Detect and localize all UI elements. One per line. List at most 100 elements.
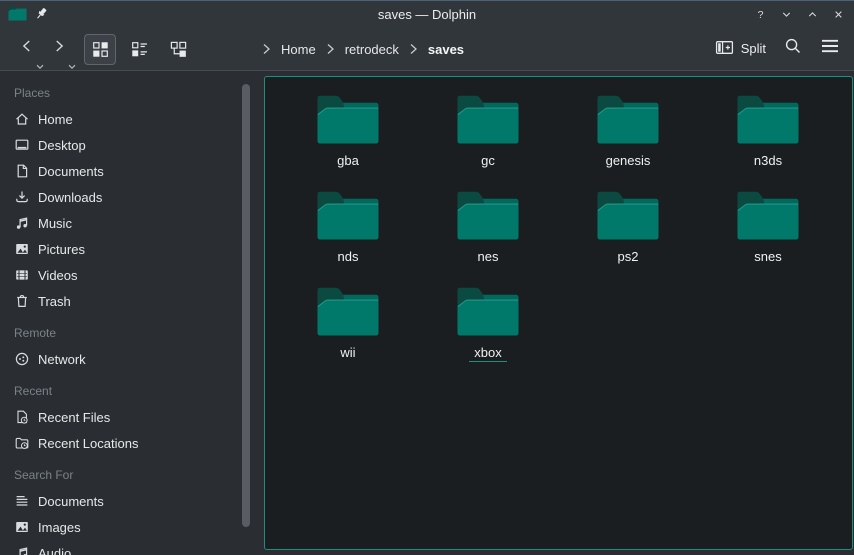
window-controls: ? [750, 0, 848, 28]
sidebar-scrollbar[interactable] [240, 84, 252, 541]
chevron-right-icon [50, 37, 68, 60]
forward-button[interactable] [46, 35, 72, 61]
sidebar-item-documents[interactable]: Documents [0, 488, 238, 514]
breadcrumb-item-home[interactable]: Home [275, 42, 322, 57]
window-title: saves — Dolphin [0, 0, 854, 28]
folder-item-gba[interactable]: gba [278, 94, 418, 190]
split-button[interactable]: Split [711, 34, 770, 63]
breadcrumb-separator-icon [262, 43, 271, 55]
view-mode-compact-view[interactable] [123, 34, 155, 65]
folder-label: snes [749, 249, 786, 266]
sidebar-scrollbar-thumb[interactable] [242, 84, 250, 527]
sidebar-item-videos[interactable]: Videos [0, 262, 238, 288]
folder-item-n3ds[interactable]: n3ds [698, 94, 838, 190]
sidebar-item-recent-files[interactable]: Recent Files [0, 404, 238, 430]
sidebar-item-home[interactable]: Home [0, 106, 238, 132]
sidebar-item-audio[interactable]: Audio [0, 540, 238, 555]
folder-icon [316, 190, 380, 242]
image-icon [14, 519, 30, 535]
folder-item-wii[interactable]: wii [278, 286, 418, 382]
minimize-button[interactable] [776, 4, 796, 24]
places-panel: Places Home Desktop Documents Downloads … [0, 71, 238, 555]
maximize-button[interactable] [802, 4, 822, 24]
folder-label: gba [332, 153, 364, 170]
sidebar-item-documents[interactable]: Documents [0, 158, 238, 184]
sidebar-item-recent-locations[interactable]: Recent Locations [0, 430, 238, 456]
sidebar-section-header: Search For [0, 462, 238, 488]
sidebar-item-trash[interactable]: Trash [0, 288, 238, 314]
sidebar-section-header: Places [0, 80, 238, 106]
folder-item-ps2[interactable]: ps2 [558, 190, 698, 286]
folder-label: xbox [469, 345, 506, 362]
breadcrumb-separator-icon [409, 43, 418, 55]
sidebar-item-label: Network [38, 352, 86, 367]
sidebar-item-label: Documents [38, 164, 104, 179]
folder-icon [456, 94, 520, 146]
sidebar-section: Recent Recent Files Recent Locations [0, 378, 238, 456]
folder-label: ps2 [613, 249, 644, 266]
text-lines-icon [14, 493, 30, 509]
folder-icon [316, 286, 380, 338]
sidebar-item-images[interactable]: Images [0, 514, 238, 540]
recent-file-icon [14, 409, 30, 425]
folder-label: gc [476, 153, 500, 170]
breadcrumb-separator-icon [326, 43, 335, 55]
sidebar-section-header: Recent [0, 378, 238, 404]
folder-icon [596, 94, 660, 146]
folder-item-xbox[interactable]: xbox [418, 286, 558, 382]
sidebar-section: Search For Documents Images Audio [0, 462, 238, 555]
folder-item-nds[interactable]: nds [278, 190, 418, 286]
breadcrumb-item-saves[interactable]: saves [422, 42, 464, 57]
sidebar-section-header: Remote [0, 320, 238, 346]
folder-view[interactable]: gba gc genesis n3ds nds nes ps2 snes wii… [264, 76, 853, 550]
sidebar-item-label: Pictures [38, 242, 85, 257]
toolbar: Home retrodeck saves Split [0, 28, 854, 71]
desktop-icon [14, 137, 30, 153]
sidebar-item-music[interactable]: Music [0, 210, 238, 236]
sidebar-item-label: Home [38, 112, 73, 127]
folder-icon [456, 286, 520, 338]
sidebar-item-label: Desktop [38, 138, 86, 153]
sidebar-item-pictures[interactable]: Pictures [0, 236, 238, 262]
menu-button[interactable] [817, 36, 842, 61]
folder-icon [596, 190, 660, 242]
view-mode-tree-view[interactable] [162, 34, 194, 65]
sidebar-item-label: Audio [38, 546, 71, 555]
trash-icon [14, 293, 30, 309]
music-icon [14, 215, 30, 231]
sidebar-item-network[interactable]: Network [0, 346, 238, 372]
sidebar-item-label: Images [38, 520, 81, 535]
home-icon [14, 111, 30, 127]
folder-item-genesis[interactable]: genesis [558, 94, 698, 190]
folder-label: n3ds [749, 153, 787, 170]
breadcrumb-item-retrodeck[interactable]: retrodeck [339, 42, 405, 57]
sidebar-section: Places Home Desktop Documents Downloads … [0, 80, 238, 314]
help-button[interactable]: ? [750, 4, 770, 24]
folder-label: nds [333, 249, 364, 266]
sidebar-item-label: Music [38, 216, 72, 231]
folder-item-snes[interactable]: snes [698, 190, 838, 286]
view-mode-icons-view[interactable] [84, 34, 116, 65]
folder-item-nes[interactable]: nes [418, 190, 558, 286]
download-icon [14, 189, 30, 205]
titlebar[interactable]: saves — Dolphin ? [0, 0, 854, 28]
split-view-icon [715, 39, 734, 59]
folder-item-gc[interactable]: gc [418, 94, 558, 190]
folder-label: nes [473, 249, 504, 266]
search-button[interactable] [779, 35, 806, 62]
back-button[interactable] [14, 35, 40, 61]
sidebar-section: Remote Network [0, 320, 238, 372]
back-history-caret-icon[interactable] [36, 57, 44, 63]
recent-folder-icon [14, 435, 30, 451]
close-button[interactable] [828, 4, 848, 24]
folder-icon [736, 190, 800, 242]
sidebar-item-label: Videos [38, 268, 78, 283]
sidebar-item-desktop[interactable]: Desktop [0, 132, 238, 158]
sidebar-item-downloads[interactable]: Downloads [0, 184, 238, 210]
hamburger-icon [820, 38, 840, 59]
search-icon [783, 36, 803, 61]
folder-icon [456, 190, 520, 242]
forward-history-caret-icon[interactable] [68, 57, 76, 63]
folder-label: wii [335, 345, 360, 362]
folder-label: genesis [601, 153, 656, 170]
